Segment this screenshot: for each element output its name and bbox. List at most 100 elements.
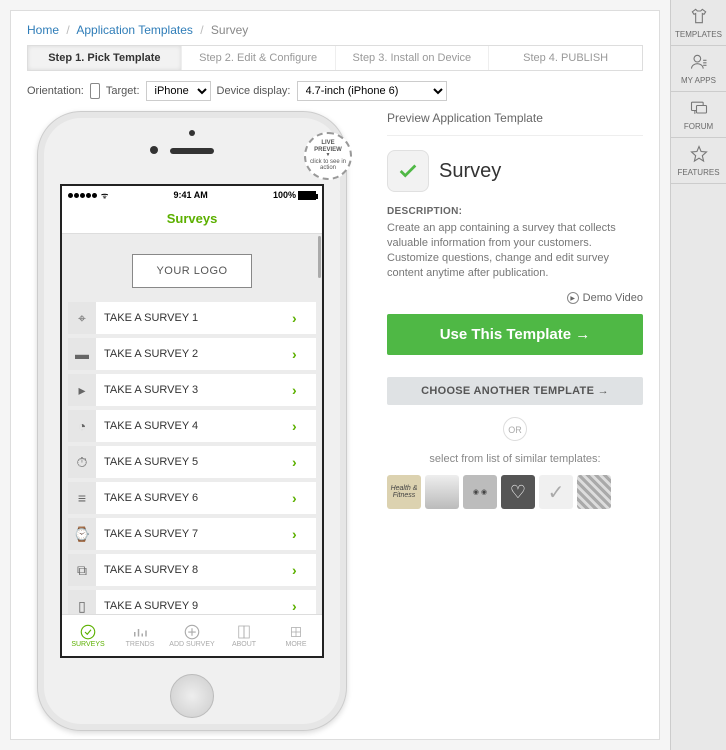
- tab-label: ABOUT: [232, 641, 256, 648]
- template-name: Survey: [439, 160, 501, 183]
- survey-row[interactable]: ▬TAKE A SURVEY 2›: [68, 338, 316, 370]
- tab-label: SURVEYS: [71, 641, 104, 648]
- timer-icon: ⏱: [68, 446, 96, 478]
- phone-mockup: LIVEPREVIEW ▼ click to see in action ᯤ 9…: [37, 111, 347, 731]
- survey-row[interactable]: ◔TAKE A SURVEY 4›: [68, 410, 316, 442]
- sidebar-label: MY APPS: [681, 76, 716, 85]
- duplicate-icon: ⧉: [68, 554, 96, 586]
- breadcrumb-current: Survey: [211, 23, 248, 37]
- breadcrumb-templates[interactable]: Application Templates: [76, 23, 193, 37]
- breadcrumb-home[interactable]: Home: [27, 23, 59, 37]
- app-body: YOUR LOGO ⌖TAKE A SURVEY 1›▬TAKE A SURVE…: [62, 234, 322, 614]
- sidebar-label: TEMPLATES: [675, 30, 722, 39]
- tab-surveys[interactable]: SURVEYS: [62, 615, 114, 656]
- similar-thumb[interactable]: [577, 475, 611, 509]
- logo-placeholder: YOUR LOGO: [132, 254, 252, 288]
- survey-row-label: TAKE A SURVEY 3: [96, 384, 292, 396]
- survey-row[interactable]: ⏱TAKE A SURVEY 5›: [68, 446, 316, 478]
- tab-bar: SURVEYS TRENDS ADD SURVEY ABOUT MORE: [62, 614, 322, 656]
- building-icon: ▬: [68, 338, 96, 370]
- breadcrumb: Home / Application Templates / Survey: [27, 23, 643, 37]
- survey-row[interactable]: ▯TAKE A SURVEY 9›: [68, 590, 316, 614]
- similar-thumb[interactable]: [425, 475, 459, 509]
- tab-about[interactable]: ABOUT: [218, 615, 270, 656]
- display-select[interactable]: 4.7-inch (iPhone 6): [297, 81, 447, 101]
- check-circle-icon: [79, 623, 97, 641]
- survey-row-label: TAKE A SURVEY 6: [96, 492, 292, 504]
- chevron-right-icon: ›: [292, 562, 316, 578]
- survey-row[interactable]: ⌖TAKE A SURVEY 1›: [68, 302, 316, 334]
- demo-video-link[interactable]: ▶ Demo Video: [387, 292, 643, 304]
- book-icon: [235, 623, 253, 641]
- similar-thumb[interactable]: Health &Fitness: [387, 475, 421, 509]
- use-template-button[interactable]: Use This Template →: [387, 314, 643, 355]
- sidebar-forum[interactable]: FORUM: [671, 92, 726, 138]
- display-label: Device display:: [217, 85, 291, 97]
- battery-icon: 100%: [273, 190, 316, 200]
- step-3[interactable]: Step 3. Install on Device: [336, 46, 490, 70]
- sidebar-my-apps[interactable]: MY APPS: [671, 46, 726, 92]
- survey-row-label: TAKE A SURVEY 9: [96, 600, 292, 612]
- arrow-right-icon: →: [598, 385, 609, 397]
- step-1[interactable]: Step 1. Pick Template: [28, 46, 182, 70]
- tab-label: MORE: [286, 641, 307, 648]
- sidebar-features[interactable]: FEATURES: [671, 138, 726, 184]
- tab-trends[interactable]: TRENDS: [114, 615, 166, 656]
- choose-another-button[interactable]: CHOOSE ANOTHER TEMPLATE →: [387, 377, 643, 405]
- chevron-right-icon: ›: [292, 598, 316, 614]
- template-icon: [387, 150, 429, 192]
- camera-icon: ⌖: [68, 302, 96, 334]
- live-preview-badge[interactable]: LIVEPREVIEW ▼ click to see in action: [304, 132, 352, 180]
- signal-icon: ᯤ: [68, 190, 108, 201]
- survey-row[interactable]: ⌚TAKE A SURVEY 7›: [68, 518, 316, 550]
- survey-row[interactable]: ≡TAKE A SURVEY 6›: [68, 482, 316, 514]
- star-icon: [689, 144, 709, 168]
- similar-templates: Health &Fitness ◉ ◉ ♡ ✓: [387, 475, 643, 509]
- similar-label: select from list of similar templates:: [387, 453, 643, 465]
- survey-row-label: TAKE A SURVEY 4: [96, 420, 292, 432]
- watch-icon: ⌚: [68, 518, 96, 550]
- bell-icon: ◔: [68, 410, 96, 442]
- right-sidebar: TEMPLATES MY APPS FORUM FEATURES: [670, 0, 726, 750]
- sidebar-label: FORUM: [684, 122, 713, 131]
- similar-thumb[interactable]: ✓: [539, 475, 573, 509]
- step-2[interactable]: Step 2. Edit & Configure: [182, 46, 336, 70]
- orientation-label: Orientation:: [27, 85, 84, 97]
- survey-row[interactable]: ▸TAKE A SURVEY 3›: [68, 374, 316, 406]
- survey-row-label: TAKE A SURVEY 2: [96, 348, 292, 360]
- sidebar-templates[interactable]: TEMPLATES: [671, 0, 726, 46]
- description-text: Create an app containing a survey that c…: [387, 221, 643, 280]
- device-controls: Orientation: Target: iPhone Device displ…: [27, 81, 643, 101]
- step-4[interactable]: Step 4. PUBLISH: [489, 46, 642, 70]
- target-label: Target:: [106, 85, 140, 97]
- sidebar-label: FEATURES: [677, 168, 719, 177]
- wizard-steps: Step 1. Pick Template Step 2. Edit & Con…: [27, 45, 643, 71]
- bars-icon: [131, 623, 149, 641]
- survey-row[interactable]: ⧉TAKE A SURVEY 8›: [68, 554, 316, 586]
- similar-thumb[interactable]: ◉ ◉: [463, 475, 497, 509]
- building2-icon: ▯: [68, 590, 96, 614]
- chevron-right-icon: ›: [292, 454, 316, 470]
- or-divider: OR: [503, 417, 527, 441]
- chevron-right-icon: ›: [292, 382, 316, 398]
- tab-label: TRENDS: [126, 641, 155, 648]
- orientation-icon[interactable]: [90, 83, 100, 99]
- chevron-right-icon: ›: [292, 526, 316, 542]
- plus-circle-icon: [183, 623, 201, 641]
- survey-row-label: TAKE A SURVEY 1: [96, 312, 292, 324]
- home-button[interactable]: [170, 674, 214, 718]
- status-bar: ᯤ 9:41 AM 100%: [62, 186, 322, 204]
- chevron-right-icon: ›: [292, 310, 316, 326]
- tab-more[interactable]: MORE: [270, 615, 322, 656]
- similar-thumb[interactable]: ♡: [501, 475, 535, 509]
- scrollbar[interactable]: [318, 236, 321, 278]
- video-icon: ▸: [68, 374, 96, 406]
- chat-icon: [689, 98, 709, 122]
- grid-icon: [287, 623, 305, 641]
- target-select[interactable]: iPhone: [146, 81, 211, 101]
- chevron-right-icon: ›: [292, 490, 316, 506]
- tab-label: ADD SURVEY: [169, 641, 214, 648]
- tab-add survey[interactable]: ADD SURVEY: [166, 615, 218, 656]
- play-icon: ▶: [567, 292, 579, 304]
- description-label: DESCRIPTION:: [387, 206, 643, 217]
